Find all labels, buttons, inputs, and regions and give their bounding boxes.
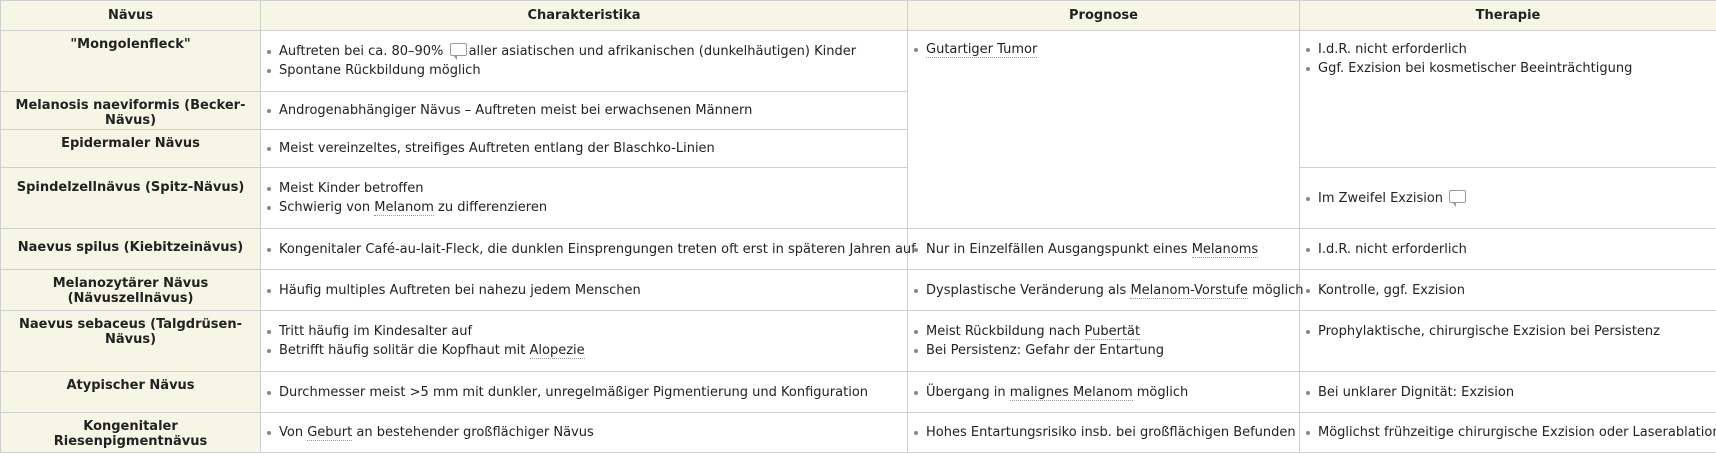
prognose-cell: Nur in Einzelfällen Ausgangspunkt eines … (907, 228, 1300, 270)
comment-icon[interactable] (1449, 189, 1467, 207)
link-melanom[interactable]: Melanom (374, 200, 434, 216)
list-item: I.d.R. nicht erforderlich (1304, 240, 1712, 259)
therapie-cell: Im Zweifel Exzision (1299, 167, 1716, 229)
list-item: Tritt häufig im Kindesalter auf (265, 322, 903, 341)
row-header: Melanosis naeviformis (Becker-Nävus) (0, 91, 261, 130)
list-item: Meist Kinder betroffen (265, 179, 903, 198)
naevus-table: Nävus Charakteristika Prognose Therapie … (0, 0, 1716, 453)
list-item: Hohes Entartungsrisiko insb. bei großflä… (912, 423, 1296, 442)
table-row: Atypischer Nävus Durchmesser meist >5 mm… (0, 371, 1716, 413)
header-naevus: Nävus (0, 0, 261, 31)
list-item: Nur in Einzelfällen Ausgangspunkt eines … (912, 240, 1295, 259)
prognose-cell: Gutartiger Tumor (907, 30, 1300, 229)
link-gutartiger-tumor[interactable]: Gutartiger Tumor (926, 42, 1038, 58)
link-pubertaet[interactable]: Pubertät (1084, 324, 1141, 340)
charakteristika-cell: Meist vereinzeltes, streifiges Auftreten… (260, 129, 908, 168)
table-row: Spindelzellnävus (Spitz-Nävus) Meist Kin… (0, 167, 1716, 229)
table-row: Naevus sebaceus (Talgdrüsen-Nävus) Tritt… (0, 310, 1716, 372)
list-item: Schwierig von Melanom zu differenzieren (265, 198, 903, 217)
list-item: Kontrolle, ggf. Exzision (1304, 281, 1712, 300)
link-malignes-melanom[interactable]: malignes Melanom (1009, 384, 1133, 401)
list-item: Im Zweifel Exzision (1304, 189, 1712, 208)
row-header: Melanozytärer Nävus (Nävuszellnävus) (0, 269, 261, 311)
row-header: Naevus sebaceus (Talgdrüsen-Nävus) (0, 310, 261, 372)
table-row: Naevus spilus (Kiebitzeinävus) Kongenita… (0, 228, 1716, 270)
list-item: Übergang in malignes Melanom möglich (912, 383, 1295, 402)
link-geburt[interactable]: Geburt (307, 425, 353, 441)
list-item: Dysplastische Veränderung als Melanom-Vo… (912, 281, 1304, 300)
charakteristika-cell: Auftreten bei ca. 80–90% aller asiatisch… (260, 30, 908, 92)
table-row: "Mongolenfleck" Auftreten bei ca. 80–90%… (0, 30, 1716, 229)
list-item: Prophylaktische, chirurgische Exzision b… (1304, 322, 1712, 341)
charakteristika-cell: Durchmesser meist >5 mm mit dunkler, unr… (260, 371, 908, 413)
row-header: Atypischer Nävus (0, 371, 261, 413)
prognose-cell: Dysplastische Veränderung als Melanom-Vo… (907, 269, 1304, 311)
row-header: Naevus spilus (Kiebitzeinävus) (0, 228, 261, 270)
list-item: Bei unklarer Dignität: Exzision (1304, 383, 1712, 402)
row-header: "Mongolenfleck" (0, 30, 261, 92)
list-item: Spontane Rückbildung möglich (265, 61, 903, 80)
charakteristika-cell: Tritt häufig im Kindesalter auf Betrifft… (260, 310, 908, 372)
list-item: Auftreten bei ca. 80–90% aller asiatisch… (265, 42, 903, 61)
prognose-cell: Übergang in malignes Melanom möglich (907, 371, 1300, 413)
charakteristika-cell: Androgenabhängiger Nävus – Auftreten mei… (260, 91, 908, 130)
comment-icon[interactable] (449, 43, 467, 60)
link-melanom-vorstufe[interactable]: Melanom-Vorstufe (1130, 282, 1248, 299)
list-item: Möglichst frühzeitige chirurgische Exzis… (1304, 423, 1716, 442)
list-item: Häufig multiples Auftreten bei nahezu je… (265, 281, 903, 300)
prognose-cell: Meist Rückbildung nach Pubertät Bei Pers… (907, 310, 1300, 372)
link-alopezie[interactable]: Alopezie (529, 343, 585, 359)
therapie-cell: Prophylaktische, chirurgische Exzision b… (1299, 310, 1716, 372)
list-item: Meist vereinzeltes, streifiges Auftreten… (265, 139, 903, 158)
header-prognose: Prognose (907, 0, 1300, 31)
list-item: Androgenabhängiger Nävus – Auftreten mei… (265, 101, 903, 120)
list-item: Durchmesser meist >5 mm mit dunkler, unr… (265, 383, 903, 402)
header-row: Nävus Charakteristika Prognose Therapie (0, 0, 1716, 31)
therapie-cell: Kontrolle, ggf. Exzision (1299, 269, 1716, 311)
charakteristika-cell: Häufig multiples Auftreten bei nahezu je… (260, 269, 908, 311)
row-header: Epidermaler Nävus (0, 129, 261, 168)
row-header: Kongenitaler Riesenpigmentnävus (0, 412, 261, 453)
header-charakteristika: Charakteristika (260, 0, 908, 31)
list-item: Kongenitaler Café-au-lait-Fleck, die dun… (265, 240, 916, 259)
list-item: Bei Persistenz: Gefahr der Entartung (912, 341, 1295, 360)
list-item: Gutartiger Tumor (912, 40, 1295, 59)
prognose-cell: Hohes Entartungsrisiko insb. bei großflä… (907, 412, 1300, 453)
list-item: Meist Rückbildung nach Pubertät (912, 322, 1295, 341)
charakteristika-cell: Kongenitaler Café-au-lait-Fleck, die dun… (260, 228, 916, 270)
table-row: Melanozytärer Nävus (Nävuszellnävus) Häu… (0, 269, 1716, 311)
therapie-cell: I.d.R. nicht erforderlich (1299, 228, 1716, 270)
therapie-cell: I.d.R. nicht erforderlich Ggf. Exzision … (1299, 30, 1716, 168)
list-item: Von Geburt an bestehender großflächiger … (265, 423, 903, 442)
link-melanoms[interactable]: Melanoms (1191, 241, 1259, 258)
therapie-cell: Möglichst frühzeitige chirurgische Exzis… (1299, 412, 1716, 453)
header-therapie: Therapie (1299, 0, 1716, 31)
charakteristika-cell: Von Geburt an bestehender großflächiger … (260, 412, 908, 453)
list-item: Ggf. Exzision bei kosmetischer Beeinträc… (1304, 59, 1712, 78)
therapie-cell: Bei unklarer Dignität: Exzision (1299, 371, 1716, 413)
table-row: Kongenitaler Riesenpigmentnävus Von Gebu… (0, 412, 1716, 453)
row-header: Spindelzellnävus (Spitz-Nävus) (0, 167, 261, 229)
charakteristika-cell: Meist Kinder betroffen Schwierig von Mel… (260, 167, 908, 229)
list-item: Betrifft häufig solitär die Kopfhaut mit… (265, 341, 903, 360)
list-item: I.d.R. nicht erforderlich (1304, 40, 1712, 59)
